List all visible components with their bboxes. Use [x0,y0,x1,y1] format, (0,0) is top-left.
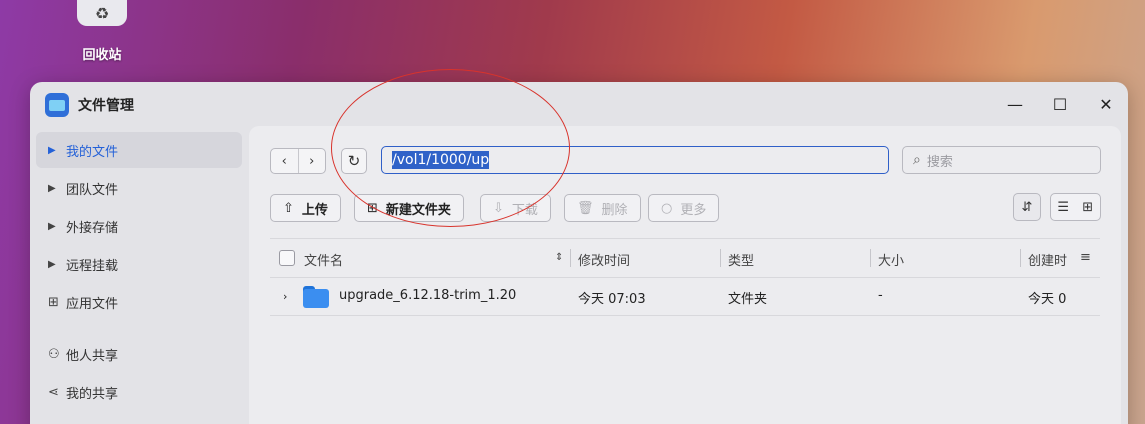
path-input[interactable]: /vol1/1000/up [381,146,889,174]
column-created[interactable]: 创建时 [1028,250,1067,269]
grid-view-button[interactable]: ⊞ [1076,194,1101,220]
sidebar-item-label: 应用文件 [66,296,119,312]
sidebar-item-label: 团队文件 [66,182,119,198]
sidebar-item-label: 远程挂载 [66,258,119,274]
column-modified[interactable]: 修改时间 [578,250,630,269]
more-label: 更多 [680,202,707,218]
triangle-right-icon: ▶ [48,220,56,232]
column-type[interactable]: 类型 [728,250,754,269]
file-modified: 今天 07:03 [578,292,646,307]
sidebar-item-external-storage[interactable]: ▶ 外接存储 [36,208,242,244]
more-circle-icon: ○ [661,200,673,216]
select-all-checkbox[interactable] [279,250,295,266]
sidebar-item-my-files[interactable]: ▶ 我的文件 [36,132,242,168]
file-size: - [878,288,883,303]
sidebar-item-my-shares[interactable]: ⋖ 我的共享 [36,374,242,410]
list-icon: ☰ [1057,199,1070,215]
download-button[interactable]: ⇩ 下载 [480,194,551,222]
column-name[interactable]: 文件名 [304,250,343,269]
table-header: 文件名 ⇕ 修改时间 类型 大小 创建时 ≡ [270,238,1100,278]
upload-button[interactable]: ⇧ 上传 [270,194,341,222]
grid-icon: ⊞ [48,294,59,310]
main-panel: ‹ › ↻ /vol1/1000/up ⌕ 搜索 ⇧ 上传 ⊞ 新建文件夹 ⇩ … [249,126,1121,424]
sidebar-item-label: 他人共享 [66,348,119,364]
upload-icon: ⇧ [283,200,294,216]
more-button[interactable]: ○ 更多 [648,194,720,222]
sidebar-item-label: 我的共享 [66,386,119,402]
folder-plus-icon: ⊞ [367,200,378,216]
triangle-right-icon: ▶ [48,144,56,156]
window-title: 文件管理 [78,98,134,114]
sidebar-item-app-files[interactable]: ⊞ 应用文件 [36,284,242,320]
minimize-icon: — [1007,94,1023,114]
upload-label: 上传 [301,202,328,218]
history-nav: ‹ › [270,148,326,174]
trash-icon: 🗑 [577,200,594,216]
minimize-button[interactable]: — [1003,92,1027,116]
close-icon: ✕ [1099,94,1113,114]
download-label: 下载 [511,202,538,218]
refresh-button[interactable]: ↻ [341,148,367,174]
triangle-right-icon: ▶ [48,258,56,270]
sort-icon: ⇵ [1021,199,1033,215]
view-toggle: ☰ ⊞ [1050,193,1101,221]
close-button[interactable]: ✕ [1094,92,1118,116]
folder-icon [303,286,329,308]
column-settings-icon[interactable]: ≡ [1080,250,1091,265]
recycle-bin-desktop-icon[interactable]: ♻ 回收站 [70,0,134,70]
chevron-right-icon: › [309,153,315,169]
back-button[interactable]: ‹ [271,149,298,173]
new-folder-label: 新建文件夹 [385,202,451,218]
sidebar: ▶ 我的文件 ▶ 团队文件 ▶ 外接存储 ▶ 远程挂载 ⊞ 应用文件 ⚇ 他人共… [36,132,242,424]
triangle-right-icon: ▶ [48,182,56,194]
file-manager-app-icon [45,93,69,117]
file-type: 文件夹 [728,292,768,307]
delete-button[interactable]: 🗑 删除 [564,194,641,222]
maximize-button[interactable]: ☐ [1048,92,1072,116]
refresh-icon: ↻ [347,152,361,170]
maximize-icon: ☐ [1052,94,1068,114]
sort-arrows-icon[interactable]: ⇕ [555,252,563,263]
file-created: 今天 0 [1028,292,1067,307]
recycle-bin-label: 回收站 [82,48,122,63]
sidebar-item-team-files[interactable]: ▶ 团队文件 [36,170,242,206]
chevron-left-icon: ‹ [281,153,287,169]
sidebar-item-label: 我的文件 [66,144,119,160]
download-icon: ⇩ [493,200,504,216]
grid-icon: ⊞ [1082,199,1094,215]
file-manager-window: 文件管理 — ☐ ✕ ▶ 我的文件 ▶ 团队文件 ▶ 外接存储 ▶ 远程挂载 ⊞… [30,82,1128,424]
list-view-button[interactable]: ☰ [1051,194,1076,220]
sort-button[interactable]: ⇵ [1013,193,1041,221]
new-folder-button[interactable]: ⊞ 新建文件夹 [354,194,464,222]
delete-label: 删除 [601,202,628,218]
table-row[interactable]: › upgrade_6.12.18-trim_1.20 今天 07:03 文件夹… [270,278,1100,316]
path-text-selected: /vol1/1000/up [392,151,490,169]
search-input[interactable]: ⌕ 搜索 [902,146,1101,174]
sidebar-item-label: 外接存储 [66,220,119,236]
file-name: upgrade_6.12.18-trim_1.20 [339,288,517,303]
search-icon: ⌕ [913,152,921,168]
expand-chevron-icon[interactable]: › [283,290,287,303]
sidebar-item-shared-with-me[interactable]: ⚇ 他人共享 [36,336,242,372]
column-size[interactable]: 大小 [878,250,904,269]
search-placeholder: 搜索 [926,154,953,170]
share-icon: ⋖ [48,384,59,400]
recycle-icon: ♻ [77,0,127,26]
forward-button[interactable]: › [297,149,326,173]
users-icon: ⚇ [48,346,60,362]
title-bar[interactable]: 文件管理 — ☐ ✕ [30,82,1128,126]
sidebar-item-remote-mount[interactable]: ▶ 远程挂载 [36,246,242,282]
